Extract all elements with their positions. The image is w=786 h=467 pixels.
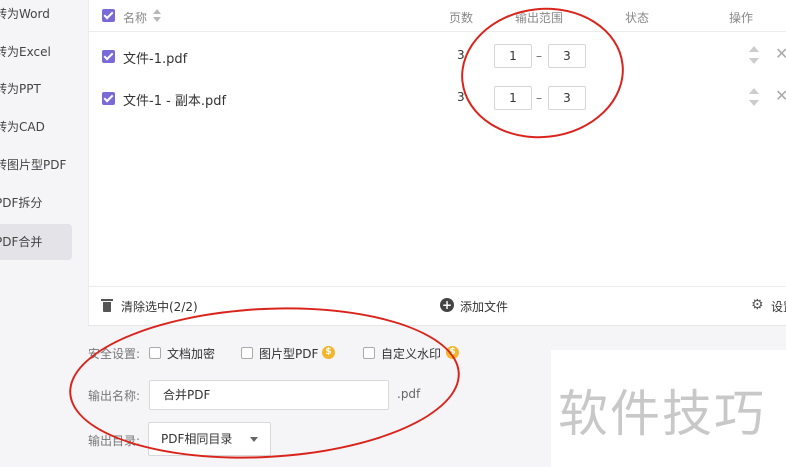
reorder-icon[interactable] [749,46,759,66]
sidebar-item-to-cad[interactable]: 转为CAD [0,109,72,145]
page-count: 3 [457,48,465,62]
output-dir-label: 输出目录: [88,434,141,448]
select-all-checkbox[interactable] [102,9,115,22]
sidebar-item-pdf-merge[interactable]: PDF合并 [0,224,72,260]
encrypt-label: 文档加密 [167,347,216,361]
file-panel: 名称 页数 输出范围 状态 操作 文件-1.pdf 3 1 – 3 ✕ 文件-1… [88,0,786,326]
sidebar-item-label: 转为CAD [0,120,45,134]
header-action: 操作 [729,11,754,25]
sort-icon[interactable] [153,9,161,23]
sidebar-item-to-image-pdf[interactable]: 转图片型PDF [0,147,72,183]
range-from-input[interactable]: 1 [494,86,532,110]
trash-icon[interactable] [101,299,113,312]
security-settings-label: 安全设置: [88,347,141,361]
close-icon[interactable]: ✕ [775,44,786,64]
sidebar-item-label: 转图片型PDF [0,158,67,172]
range-to-input[interactable]: 3 [548,86,586,110]
encrypt-checkbox[interactable] [149,347,161,359]
page-count: 3 [457,90,465,104]
chevron-down-icon [250,437,258,442]
add-icon[interactable]: + [440,298,454,312]
row-checkbox[interactable] [102,50,115,63]
clear-selected-button[interactable]: 清除选中(2/2) [121,298,198,315]
sidebar-item-to-ppt[interactable]: 转为PPT [0,71,72,107]
header-name: 名称 [123,11,148,25]
vip-icon: $ [322,346,335,359]
output-dir-value: PDF相同目录 [161,432,233,446]
sidebar-item-label: 转为Excel [0,45,51,59]
add-file-button[interactable]: 添加文件 [460,298,508,315]
vip-icon: $ [446,346,459,359]
sidebar-item-label: 转为Word [0,7,50,21]
table-row: 文件-1.pdf 3 1 – 3 ✕ [89,34,786,76]
file-panel-footer: 清除选中(2/2) + 添加文件 ⚙ 设置 [89,286,786,324]
file-name: 文件-1.pdf [123,52,188,67]
sidebar: 转为Word 转为Excel 转为PPT 转为CAD 转图片型PDF PDF拆分… [0,0,78,467]
watermark-option-label: 自定义水印 [381,347,442,361]
output-name-label: 输出名称: [88,389,141,403]
gear-icon[interactable]: ⚙ [751,298,765,312]
watermark: 软件技巧 [558,385,766,443]
file-name: 文件-1 - 副本.pdf [123,94,227,109]
sidebar-item-label: PDF拆分 [0,196,43,210]
range-from-input[interactable]: 1 [494,44,532,68]
sidebar-item-to-word[interactable]: 转为Word [0,0,72,32]
output-name-input[interactable]: 合并PDF [149,380,389,410]
header-pages: 页数 [449,11,474,25]
sidebar-item-to-excel[interactable]: 转为Excel [0,34,72,70]
image-pdf-checkbox[interactable] [241,347,253,359]
sidebar-item-label: PDF合并 [0,235,43,249]
image-pdf-label: 图片型PDF [259,347,319,361]
header-range: 输出范围 [515,11,564,25]
table-row: 文件-1 - 副本.pdf 3 1 – 3 ✕ [89,76,786,118]
row-checkbox[interactable] [102,92,115,105]
range-separator: – [536,49,542,63]
reorder-icon[interactable] [749,88,759,108]
output-extension: .pdf [397,387,421,401]
output-dir-select[interactable]: PDF相同目录 [148,422,271,456]
close-icon[interactable]: ✕ [775,86,786,106]
range-to-input[interactable]: 3 [548,44,586,68]
sidebar-item-label: 转为PPT [0,82,41,96]
header-status: 状态 [625,11,650,25]
table-header: 名称 页数 输出范围 状态 操作 [89,0,786,32]
watermark-checkbox[interactable] [363,347,375,359]
range-separator: – [536,91,542,105]
sidebar-item-pdf-split[interactable]: PDF拆分 [0,185,72,221]
settings-button[interactable]: 设置 [771,298,786,315]
